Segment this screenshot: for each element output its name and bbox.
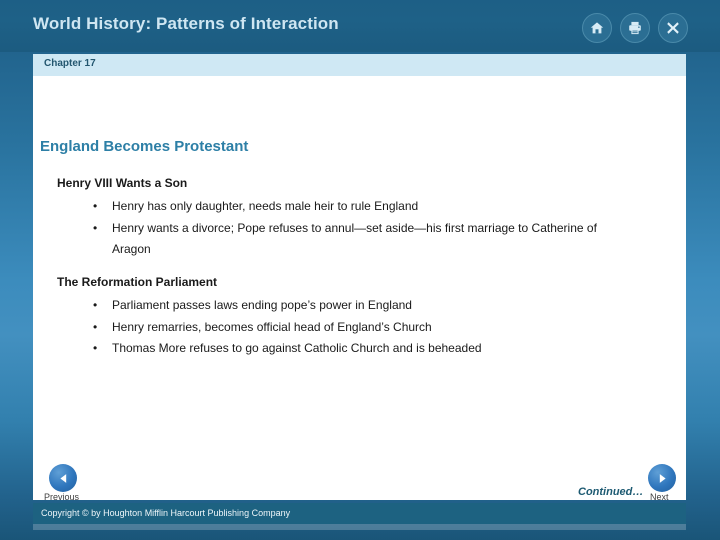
next-label: Next	[650, 492, 669, 502]
bottom-shade	[33, 524, 686, 530]
print-icon[interactable]	[620, 13, 650, 43]
previous-label: Previous	[44, 492, 80, 502]
section-heading: Henry VIII Wants a Son	[57, 176, 188, 190]
slide-title: England Becomes Protestant	[40, 138, 249, 155]
slide-left-edge	[0, 0, 34, 540]
content-section-1: Henry VIII Wants a Son Henry has only da…	[33, 176, 686, 261]
copyright-bar: Copyright © by Houghton Mifflin Harcourt…	[33, 503, 686, 524]
close-icon[interactable]	[658, 13, 688, 43]
header-icon-group	[582, 13, 688, 43]
list-item: Henry has only daughter, needs male heir…	[93, 196, 632, 218]
chapter-label: Chapter 17	[44, 58, 96, 69]
presentation-slide: World History: Patterns of Interaction C…	[0, 0, 720, 540]
list-item: Thomas More refuses to go against Cathol…	[93, 338, 632, 360]
slide-right-edge	[686, 0, 720, 540]
slide-header: World History: Patterns of Interaction	[0, 0, 720, 52]
next-button[interactable]	[648, 464, 676, 492]
previous-button[interactable]	[49, 464, 77, 492]
list-item: Henry remarries, becomes official head o…	[93, 317, 632, 339]
list-item: Henry wants a divorce; Pope refuses to a…	[93, 218, 632, 261]
bullet-list: Henry has only daughter, needs male heir…	[33, 196, 686, 261]
chapter-bar: Chapter 17	[33, 54, 686, 76]
bullet-list: Parliament passes laws ending pope’s pow…	[33, 295, 686, 360]
list-item: Parliament passes laws ending pope’s pow…	[93, 295, 632, 317]
content-section-2: The Reformation Parliament Parliament pa…	[33, 275, 686, 360]
copyright-text: Copyright © by Houghton Mifflin Harcourt…	[41, 508, 291, 518]
section-heading: The Reformation Parliament	[57, 275, 218, 289]
continued-label: Continued…	[578, 486, 644, 498]
slide-content-panel: England Becomes Protestant Henry VIII Wa…	[33, 76, 686, 500]
home-icon[interactable]	[582, 13, 612, 43]
book-title: World History: Patterns of Interaction	[33, 14, 339, 33]
